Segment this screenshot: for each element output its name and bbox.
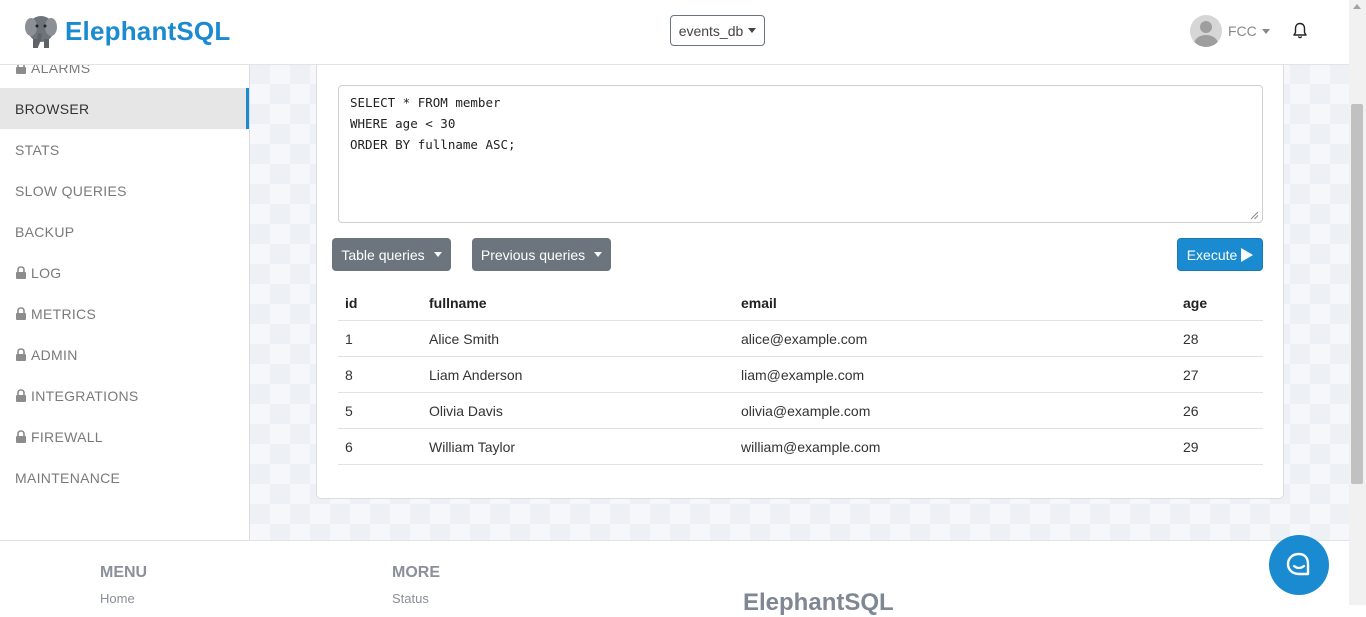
caret-down-icon xyxy=(748,28,757,33)
footer-menu-heading: MENU xyxy=(100,564,148,581)
execute-button[interactable]: Execute xyxy=(1177,238,1263,271)
footer-more-heading: MORE xyxy=(392,564,440,581)
sidebar-item-admin[interactable]: ADMIN xyxy=(0,334,249,375)
sidebar-item-label: ADMIN xyxy=(31,346,78,363)
table-row: 1 Alice Smith alice@example.com 28 xyxy=(338,320,1263,357)
caret-down-icon xyxy=(433,252,442,257)
cell-email: liam@example.com xyxy=(734,356,1176,393)
lock-icon xyxy=(16,266,26,279)
cell-fullname: Liam Anderson xyxy=(422,356,734,393)
play-icon xyxy=(1241,247,1254,262)
query-card: SELECT * FROM member WHERE age < 30 ORDE… xyxy=(316,64,1284,499)
table-row: 6 William Taylor william@example.com 29 xyxy=(338,428,1263,465)
footer-link-status[interactable]: Status xyxy=(392,591,429,606)
sidebar-item-label: FIREWALL xyxy=(31,428,103,445)
cell-age: 26 xyxy=(1176,392,1263,429)
sidebar-item-maintenance[interactable]: MAINTENANCE xyxy=(0,457,249,498)
sidebar-item-metrics[interactable]: METRICS xyxy=(0,293,249,334)
footer-brand: ElephantSQL xyxy=(743,589,894,616)
lock-icon xyxy=(16,389,26,402)
footer-link-home[interactable]: Home xyxy=(100,591,135,606)
caret-down-icon xyxy=(594,252,603,257)
sidebar-item-slow-queries[interactable]: SLOW QUERIES xyxy=(0,170,249,211)
cell-age: 29 xyxy=(1176,428,1263,465)
sidebar-item-label: STATS xyxy=(15,141,60,158)
database-selector-label: events_db xyxy=(678,22,744,39)
cell-age: 28 xyxy=(1176,320,1263,357)
lock-icon xyxy=(16,307,26,320)
brand[interactable]: ElephantSQL xyxy=(24,13,230,49)
database-selector[interactable]: events_db xyxy=(670,15,765,46)
sidebar-item-label: BROWSER xyxy=(15,100,90,117)
previous-queries-label: Previous queries xyxy=(480,246,586,263)
sidebar-item-browser[interactable]: BROWSER xyxy=(0,88,249,129)
page-scrollbar[interactable] xyxy=(1349,0,1366,605)
lock-icon xyxy=(16,430,26,443)
chat-button[interactable] xyxy=(1269,535,1329,595)
sidebar-item-label: MAINTENANCE xyxy=(15,469,121,486)
user-menu[interactable]: FCC xyxy=(1190,15,1270,47)
caret-down-icon xyxy=(1261,28,1270,34)
cell-email: olivia@example.com xyxy=(734,392,1176,429)
cell-fullname: William Taylor xyxy=(422,428,734,465)
sidebar-item-label: BACKUP xyxy=(15,223,75,240)
cell-fullname: Olivia Davis xyxy=(422,392,734,429)
sidebar: ALARMS BROWSER STATS SLOW QUERIES BACKUP LOG M… xyxy=(0,60,250,540)
avatar xyxy=(1190,15,1222,47)
top-navbar: ElephantSQL events_db FCC xyxy=(0,0,1349,65)
sidebar-item-label: METRICS xyxy=(31,305,97,322)
sidebar-item-log[interactable]: LOG xyxy=(0,252,249,293)
results-table: id fullname email age 1 Alice Smith alice@… xyxy=(338,285,1263,465)
column-header-email: email xyxy=(734,285,1176,321)
sidebar-item-label: SLOW QUERIES xyxy=(15,182,127,199)
cell-id: 1 xyxy=(338,320,422,357)
cell-age: 27 xyxy=(1176,356,1263,393)
elephant-logo-icon xyxy=(25,16,57,48)
table-queries-button[interactable]: Table queries xyxy=(332,238,451,271)
table-row: 8 Liam Anderson liam@example.com 27 xyxy=(338,356,1263,393)
cell-id: 5 xyxy=(338,392,422,429)
sidebar-item-label: INTEGRATIONS xyxy=(31,387,139,404)
previous-queries-button[interactable]: Previous queries xyxy=(472,238,611,271)
cell-email: alice@example.com xyxy=(734,320,1176,357)
bell-icon[interactable] xyxy=(1292,22,1308,40)
column-header-age: age xyxy=(1176,285,1263,321)
cell-email: william@example.com xyxy=(734,428,1176,465)
scroll-thumb[interactable] xyxy=(1351,104,1363,484)
cell-fullname: Alice Smith xyxy=(422,320,734,357)
table-queries-label: Table queries xyxy=(341,246,425,263)
chat-icon xyxy=(1286,552,1310,576)
table-row: 5 Olivia Davis olivia@example.com 26 xyxy=(338,392,1263,429)
cell-id: 8 xyxy=(338,356,422,393)
resize-handle-icon[interactable] xyxy=(1250,211,1259,220)
sidebar-item-backup[interactable]: BACKUP xyxy=(0,211,249,252)
cell-id: 6 xyxy=(338,428,422,465)
sidebar-item-integrations[interactable]: INTEGRATIONS xyxy=(0,375,249,416)
column-header-id: id xyxy=(338,285,422,321)
main-content: SELECT * FROM member WHERE age < 30 ORDE… xyxy=(250,64,1349,540)
sidebar-item-label: LOG xyxy=(31,264,62,281)
lock-icon xyxy=(16,348,26,361)
column-header-fullname: fullname xyxy=(422,285,734,321)
brand-name: ElephantSQL xyxy=(65,15,231,46)
user-name: FCC xyxy=(1228,23,1257,39)
footer: MENU Home MORE Status ElephantSQL xyxy=(0,540,1349,616)
sidebar-item-firewall[interactable]: FIREWALL xyxy=(0,416,249,457)
scroll-up-arrow-icon[interactable] xyxy=(1353,4,1361,9)
results-header-row: id fullname email age xyxy=(338,285,1263,321)
sidebar-item-stats[interactable]: STATS xyxy=(0,129,249,170)
execute-label: Execute xyxy=(1186,246,1238,263)
sql-editor[interactable]: SELECT * FROM member WHERE age < 30 ORDE… xyxy=(338,85,1263,223)
